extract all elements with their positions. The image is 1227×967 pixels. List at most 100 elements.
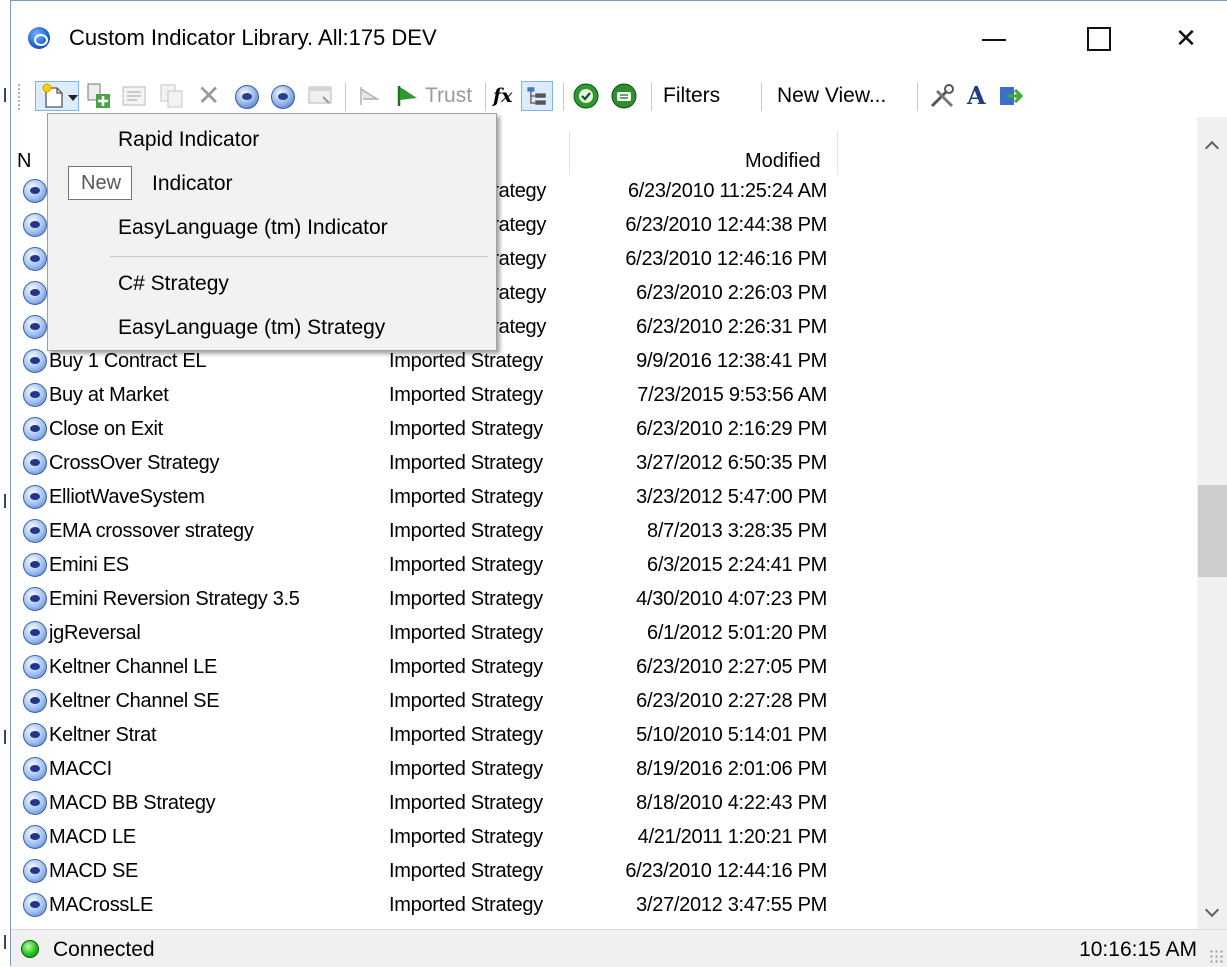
- properties-icon[interactable]: [119, 81, 149, 111]
- trust-icon[interactable]: [393, 81, 423, 111]
- strategy-icon: [23, 213, 47, 237]
- function-icon[interactable]: fx: [493, 81, 513, 111]
- strategy-icon: [23, 621, 47, 645]
- strategy-alt-icon[interactable]: [271, 85, 295, 109]
- item-type: Imported Strategy: [389, 724, 543, 746]
- strategy-icon: [23, 553, 47, 577]
- export-icon[interactable]: [995, 81, 1025, 111]
- item-name: Buy 1 Contract EL: [49, 350, 207, 372]
- menu-item-rapid-indicator[interactable]: Rapid Indicator: [118, 128, 259, 152]
- status-bar: Connected 10:16:15 AM: [11, 929, 1227, 967]
- list-item[interactable]: Emini Reversion Strategy 3.5 Imported Str…: [11, 583, 1197, 617]
- item-modified: 5/10/2010 5:14:01 PM: [636, 724, 827, 746]
- font-icon[interactable]: A: [967, 81, 986, 111]
- item-type: Imported Strategy: [389, 792, 543, 814]
- menu-gutter: [48, 114, 82, 350]
- delete-icon[interactable]: ✕: [197, 81, 220, 111]
- menu-item-csharp-strategy[interactable]: C# Strategy: [118, 272, 229, 296]
- item-modified: 6/23/2010 2:26:31 PM: [636, 316, 827, 338]
- tools-icon[interactable]: [927, 81, 957, 111]
- resize-grip[interactable]: [1209, 949, 1223, 963]
- item-name: MACCI: [49, 758, 112, 780]
- item-modified: 6/23/2010 2:27:28 PM: [636, 690, 827, 712]
- scroll-down-button[interactable]: [1197, 899, 1227, 929]
- strategy-icon: [23, 859, 47, 883]
- list-item[interactable]: CrossOver Strategy Imported Strategy 3/27/…: [11, 447, 1197, 481]
- item-name: MACrossLE: [49, 894, 153, 916]
- item-name: EMA crossover strategy: [49, 520, 254, 542]
- item-name: Close on Exit: [49, 418, 163, 440]
- list-item[interactable]: Close on Exit Imported Strategy 6/23/2010 …: [11, 413, 1197, 447]
- item-modified: 6/23/2010 11:25:24 AM: [627, 180, 827, 202]
- list-item[interactable]: MACD LE Imported Strategy 4/21/2011 1:20:2…: [11, 821, 1197, 855]
- strategy-icon: [23, 315, 47, 339]
- item-type: Imported Strategy: [389, 588, 543, 610]
- new-document-icon: [42, 83, 63, 108]
- item-type: Imported Strategy: [389, 486, 543, 508]
- column-divider[interactable]: [569, 131, 570, 175]
- copy-icon[interactable]: [157, 81, 187, 111]
- list-item[interactable]: MACD BB Strategy Imported Strategy 8/18/20…: [11, 787, 1197, 821]
- edge-mark: [4, 494, 6, 508]
- list-item[interactable]: ElliotWaveSystem Imported Strategy 3/23/20…: [11, 481, 1197, 515]
- menu-item-csharp-indicator[interactable]: Indicator: [152, 172, 233, 196]
- compile-icon[interactable]: [571, 81, 601, 111]
- list-item[interactable]: MACD SE Imported Strategy 6/23/2010 12:44:…: [11, 855, 1197, 889]
- strategy-icon: [23, 451, 47, 475]
- global-icon[interactable]: [609, 81, 639, 111]
- title-bar[interactable]: Custom Indicator Library. All:175 DEV ✕: [11, 1, 1227, 75]
- strategy-icon: [23, 587, 47, 611]
- trust-button[interactable]: Trust: [425, 81, 472, 111]
- toolbar-grip[interactable]: [17, 83, 21, 111]
- strategy-icon: [23, 791, 47, 815]
- column-divider[interactable]: [837, 131, 838, 175]
- item-name: MACD LE: [49, 826, 136, 848]
- list-item[interactable]: Buy at Market Imported Strategy 7/23/2015 …: [11, 379, 1197, 413]
- maximize-button[interactable]: [1067, 15, 1127, 61]
- add-item-icon[interactable]: [83, 81, 113, 111]
- new-button[interactable]: [35, 81, 79, 111]
- list-item[interactable]: Keltner Channel SE Imported Strategy 6/23/…: [11, 685, 1197, 719]
- toolbar: ✕ Trust fx Filters New View... A: [11, 75, 1227, 173]
- tree-view-icon[interactable]: [521, 81, 553, 111]
- strategy-icon: [23, 417, 47, 441]
- filters-button[interactable]: Filters: [663, 81, 720, 111]
- new-button-tooltip: New: [68, 166, 132, 200]
- scroll-thumb[interactable]: [1198, 485, 1227, 577]
- strategy-icon[interactable]: [235, 85, 259, 109]
- window-icon[interactable]: [305, 81, 335, 111]
- item-type: Imported Strategy: [389, 384, 543, 406]
- toolbar-separator: [651, 83, 652, 111]
- toolbar-separator: [345, 83, 346, 111]
- untrust-icon[interactable]: [355, 81, 385, 111]
- list-item[interactable]: MACCI Imported Strategy 8/19/2016 2:01:06 …: [11, 753, 1197, 787]
- list-item[interactable]: jgReversal Imported Strategy 6/1/2012 5:01…: [11, 617, 1197, 651]
- column-header-modified[interactable]: Modified: [745, 150, 821, 173]
- item-type: Imported Strategy: [389, 350, 543, 372]
- strategy-icon: [23, 281, 47, 305]
- minimize-button[interactable]: [964, 15, 1024, 61]
- item-type: Imported Strategy: [389, 554, 543, 576]
- list-item[interactable]: Keltner Strat Imported Strategy 5/10/2010 …: [11, 719, 1197, 753]
- window-title: Custom Indicator Library. All:175 DEV: [69, 25, 437, 50]
- item-name: Emini ES: [49, 554, 129, 576]
- item-type: Imported Strategy: [389, 656, 543, 678]
- list-item[interactable]: EMA crossover strategy Imported Strategy 8…: [11, 515, 1197, 549]
- column-header-name[interactable]: N: [17, 150, 31, 173]
- menu-separator: [110, 256, 488, 257]
- menu-item-easylanguage-strategy[interactable]: EasyLanguage (tm) Strategy: [118, 316, 385, 340]
- menu-item-easylanguage-indicator[interactable]: EasyLanguage (tm) Indicator: [118, 216, 388, 240]
- list-item[interactable]: Keltner Channel LE Imported Strategy 6/23/…: [11, 651, 1197, 685]
- item-type: Imported Strategy: [389, 418, 543, 440]
- strategy-icon: [23, 179, 47, 203]
- item-type: Imported Strategy: [389, 894, 543, 916]
- list-item[interactable]: MACrossLE Imported Strategy 3/27/2012 3:47…: [11, 889, 1197, 923]
- vertical-scrollbar[interactable]: [1197, 117, 1227, 929]
- scroll-up-button[interactable]: [1197, 129, 1227, 159]
- close-button[interactable]: ✕: [1156, 15, 1216, 61]
- toolbar-separator: [563, 83, 564, 111]
- new-view-button[interactable]: New View...: [777, 81, 886, 111]
- app-logo-icon: [28, 27, 50, 49]
- item-modified: 4/21/2011 1:20:21 PM: [637, 826, 828, 848]
- list-item[interactable]: Emini ES Imported Strategy 6/3/2015 2:24:4…: [11, 549, 1197, 583]
